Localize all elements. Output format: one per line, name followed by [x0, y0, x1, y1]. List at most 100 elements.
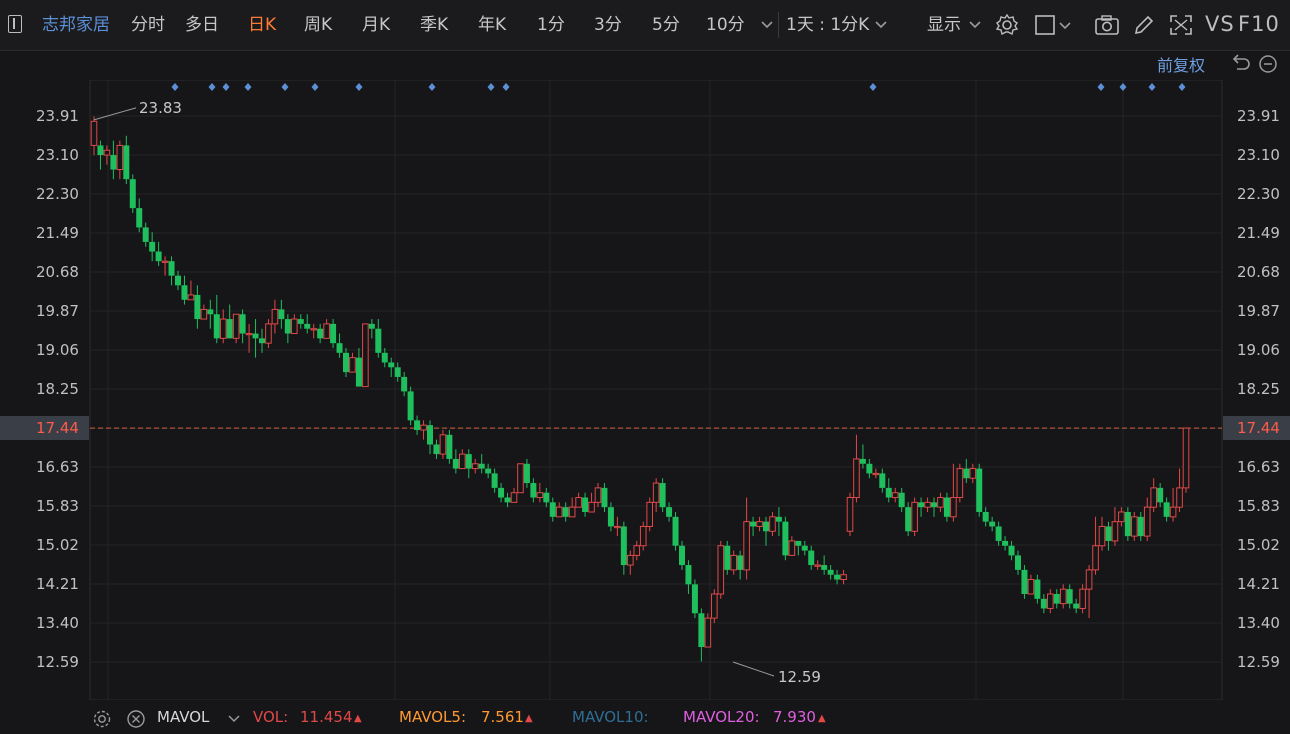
y-tick-left: 14.21 [36, 575, 79, 593]
tab-period-5[interactable]: 季K [420, 0, 448, 50]
stock-name[interactable]: 志邦家居 [42, 0, 110, 50]
event-marker-icon [487, 83, 495, 91]
candle-body [414, 420, 421, 430]
tab-period-4[interactable]: 月K [362, 0, 390, 50]
zoom-out-icon[interactable] [1259, 55, 1277, 73]
settings-gear-icon[interactable] [995, 13, 1019, 37]
sidebar-toggle-icon[interactable] [8, 15, 22, 33]
pencil-draw-icon[interactable] [1132, 13, 1156, 37]
tab-period-9[interactable]: 5分 [652, 0, 680, 50]
candle-body [931, 502, 937, 508]
candle-body [814, 564, 821, 567]
candle-body [491, 473, 498, 488]
candle-body [756, 521, 763, 527]
candle-body [536, 492, 544, 499]
candle-body [976, 468, 983, 512]
y-tick-left: 22.30 [36, 185, 79, 203]
candle-body [989, 521, 996, 527]
candle-body [207, 309, 214, 315]
event-marker-icon [1148, 83, 1156, 91]
y-tick-right: 19.06 [1237, 341, 1280, 359]
candle-body [226, 319, 233, 339]
candle-body [1111, 521, 1119, 542]
y-tick-right: 18.25 [1237, 380, 1280, 398]
y-tick-left: 19.06 [36, 341, 79, 359]
fullscreen-icon[interactable] [1168, 13, 1194, 37]
mavol5-up-arrow-icon: ▲ [525, 713, 533, 724]
indicator-name[interactable]: MAVOL [157, 708, 209, 726]
range-select[interactable]: 1天 : 1分K [786, 0, 869, 50]
candle-body [963, 468, 970, 479]
more-periods-chevron-icon[interactable] [760, 13, 774, 37]
indicator-settings-gear-icon[interactable] [92, 709, 112, 729]
candle-body [808, 550, 815, 566]
tab-period-7[interactable]: 1分 [537, 0, 565, 50]
display-menu[interactable]: 显示 [927, 0, 961, 50]
candle-body [943, 497, 950, 517]
chart-controls [1232, 54, 1277, 73]
candle-body [859, 458, 866, 464]
candle-body [310, 328, 317, 331]
close-indicator-icon[interactable] [126, 709, 146, 729]
tab-period-0[interactable]: 分时 [131, 0, 165, 50]
tab-period-3[interactable]: 周K [304, 0, 332, 50]
y-tick-left: 17.44 [36, 419, 79, 437]
y-tick-right: 15.02 [1237, 536, 1280, 554]
tab-period-6[interactable]: 年K [478, 0, 506, 50]
event-marker-icon [1119, 83, 1127, 91]
y-tick-right: 19.87 [1237, 302, 1280, 320]
candle-body [175, 275, 181, 286]
event-marker-icon [502, 83, 510, 91]
adjust-mode[interactable]: 前复权 [1157, 52, 1205, 76]
layout-square-icon[interactable] [1034, 13, 1074, 37]
candle-body [582, 497, 589, 512]
candle-body [433, 444, 440, 455]
y-tick-right: 14.21 [1237, 575, 1280, 593]
low-price-label: 12.59 [778, 668, 821, 686]
candle-body [420, 424, 427, 431]
indicator-chevron-icon[interactable] [227, 709, 241, 729]
candle-body [271, 308, 279, 325]
mavol5-value: 7.561 [481, 708, 524, 726]
tab-period-2[interactable]: 日K [248, 0, 276, 50]
candle-body [252, 333, 259, 339]
candle-body [510, 492, 518, 503]
high-annotation-line [93, 107, 137, 121]
candle-body [498, 487, 505, 498]
tab-period-1[interactable]: 多日 [185, 0, 219, 50]
mavol5-label: MAVOL5: [399, 708, 467, 726]
candle-body [775, 516, 782, 522]
tab-period-10[interactable]: 10分 [706, 0, 745, 50]
kline-chart[interactable]: 23.91 23.91 23.10 23.10 22.30 22.30 21.49 21.49… [0, 79, 1290, 701]
candle-body [627, 554, 634, 566]
high-price-label: 23.83 [139, 99, 182, 117]
candle-body [1034, 579, 1041, 599]
vs-button[interactable]: VS [1205, 0, 1235, 49]
candle-body [349, 357, 356, 373]
candle-body [110, 155, 117, 170]
y-tick-left: 13.40 [36, 614, 79, 632]
f10-button[interactable]: F10 [1238, 0, 1280, 49]
candle-body [1157, 487, 1164, 503]
candle-body [743, 521, 750, 571]
candle-body [891, 492, 899, 499]
candle-body [200, 308, 208, 320]
candle-body [439, 434, 447, 455]
candle-body [659, 483, 666, 508]
candle-body [239, 314, 246, 334]
display-chevron-icon[interactable] [968, 13, 982, 37]
candle-body [1163, 502, 1170, 517]
candle-body [1137, 516, 1144, 537]
candle-body [245, 333, 253, 336]
candle-body [1047, 593, 1054, 609]
candle-body [459, 453, 466, 470]
candle-body [149, 241, 156, 252]
undo-icon[interactable] [1232, 54, 1250, 70]
tab-period-8[interactable]: 3分 [594, 0, 622, 50]
range-chevron-icon[interactable] [874, 13, 888, 37]
candle-body [194, 294, 201, 320]
candle-body [103, 149, 111, 156]
candle-body [1059, 588, 1067, 605]
camera-icon[interactable] [1094, 13, 1120, 37]
candle-body [219, 318, 227, 339]
